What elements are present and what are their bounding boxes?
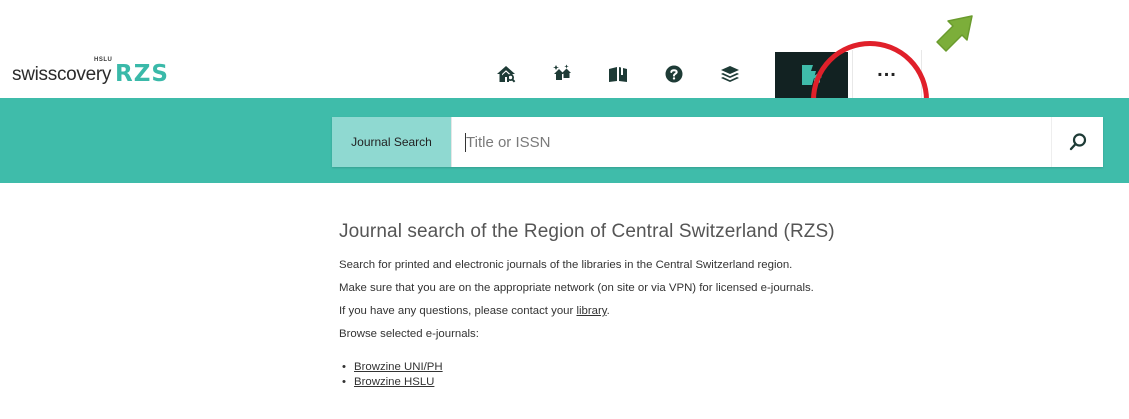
browse-list: • Browzine UNI/PH • Browzine HSLU — [342, 360, 1039, 390]
nav-browse[interactable] — [590, 50, 646, 98]
main-content: Journal search of the Region of Central … — [339, 221, 1039, 390]
nav-help[interactable] — [646, 50, 702, 98]
layers-icon — [721, 66, 739, 82]
contact-note: If you have any questions, please contac… — [339, 305, 610, 317]
browzine-hslu-link[interactable]: Browzine HSLU — [354, 376, 434, 388]
header-bar: swisscovery HSLU RZS ... — [0, 0, 1129, 98]
main-nav: ... — [478, 50, 922, 98]
search-bar: Journal Search — [332, 117, 1103, 167]
page-title: Journal search of the Region of Central … — [339, 221, 835, 242]
nav-journal-search[interactable] — [775, 52, 848, 98]
search-button[interactable] — [1051, 117, 1103, 167]
text-cursor — [465, 133, 466, 152]
list-item: • Browzine UNI/PH — [342, 361, 443, 373]
more-icon: ... — [877, 58, 897, 81]
nav-databases[interactable] — [702, 50, 758, 98]
search-scope[interactable]: Journal Search — [332, 117, 451, 167]
vpn-note: Make sure that you are on the appropriat… — [339, 282, 814, 294]
open-book-icon — [609, 66, 627, 82]
logo-suffix: RZS — [115, 61, 169, 87]
nav-more[interactable]: ... — [852, 50, 922, 98]
browzine-uni-ph-link[interactable]: Browzine UNI/PH — [354, 361, 443, 373]
intro-text: Search for printed and electronic journa… — [339, 259, 793, 271]
list-item: • Browzine HSLU — [342, 376, 435, 388]
logo-wordmark: swisscovery — [12, 64, 112, 85]
help-icon — [665, 65, 683, 83]
search-icon — [1069, 133, 1086, 151]
library-link[interactable]: library — [576, 305, 606, 317]
new-arrivals-icon — [553, 64, 571, 80]
nav-new-arrivals[interactable] — [534, 50, 590, 98]
nav-home-search[interactable] — [478, 50, 534, 98]
journal-search-icon — [801, 65, 822, 85]
browse-label: Browse selected e-journals: — [339, 328, 479, 340]
search-input[interactable] — [451, 117, 1051, 167]
logo-badge: HSLU — [94, 57, 113, 63]
home-search-icon — [497, 66, 516, 83]
